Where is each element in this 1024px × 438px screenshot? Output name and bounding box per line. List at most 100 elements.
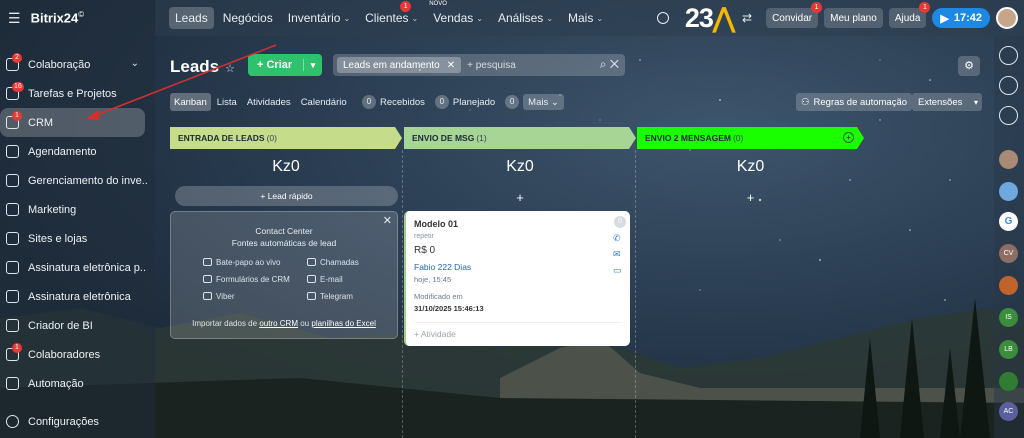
filter-chip[interactable]: Leads em andamento ✕ — [337, 57, 462, 73]
column-divider — [402, 150, 403, 438]
counter-value: 0 — [434, 95, 449, 109]
invite-button[interactable]: Convidar 1 — [766, 2, 823, 28]
tab-negocios[interactable]: Negócios — [217, 7, 279, 29]
tab-analises[interactable]: Análises ⌄ — [492, 7, 559, 29]
chevron-down-icon[interactable]: ▾ — [974, 98, 978, 107]
counter-mais[interactable]: 0 Mais ⌄ — [505, 94, 564, 110]
chevron-down-icon[interactable]: ⌄ — [131, 58, 139, 69]
column-header-envio-2[interactable]: ENVIO 2 MENSAGEM (0) + — [637, 127, 864, 149]
tab-calendario[interactable]: Calendário — [297, 93, 351, 111]
help-button[interactable]: Ajuda 1 — [888, 2, 931, 28]
mail-icon[interactable]: ✉ — [613, 249, 624, 259]
lead-card[interactable]: Modelo 01 0 repetir R$ 0 Fabio 222 Dias … — [404, 211, 630, 346]
sidebar-item-automacao[interactable]: Automação — [0, 369, 147, 398]
gear-icon[interactable]: ⚙ — [958, 56, 980, 76]
menu-icon[interactable]: ☰ — [8, 10, 21, 27]
top-navigation: Leads Negócios Inventário ⌄ 1 Clientes ⌄ NO… — [155, 0, 1024, 36]
star-icon[interactable]: ☆ — [225, 63, 235, 75]
column-count: (0) — [732, 133, 744, 143]
automation-rules-button[interactable]: ⚇ Regras de automação — [796, 93, 913, 111]
bar-chart-icon — [6, 319, 19, 332]
bell-icon[interactable] — [999, 46, 1018, 65]
close-icon[interactable]: ✕ — [447, 60, 455, 71]
counter-recebidos[interactable]: 0 Recebidos — [362, 95, 425, 109]
search-input[interactable] — [467, 59, 588, 71]
rail-checklist-icon[interactable] — [999, 372, 1018, 391]
card-modified-value: 31/10/2025 15:46:13 — [414, 304, 484, 313]
import-excel-link[interactable]: planilhas do Excel — [311, 319, 375, 328]
tab-lista[interactable]: Lista — [213, 93, 241, 111]
sidebar-item-colaboradores[interactable]: 1 Colaboradores — [0, 340, 147, 369]
sidebar-item-assinatura[interactable]: Assinatura eletrônica — [0, 282, 147, 311]
workday-clock-button[interactable]: ▶ 17:42 — [932, 8, 990, 28]
column-total: Kz0 — [506, 158, 534, 175]
add-column-icon[interactable]: + — [843, 132, 854, 143]
sidebar-item-agendamento[interactable]: Agendamento — [0, 137, 147, 166]
chevron-down-icon: ⌄ — [476, 13, 483, 23]
tab-vendas[interactable]: NOVO Vendas ⌄ — [427, 1, 489, 29]
rail-contact-lb[interactable]: LB — [999, 340, 1018, 359]
tab-kanban[interactable]: Kanban — [170, 93, 211, 111]
tab-inventario[interactable]: Inventário ⌄ — [282, 7, 356, 29]
option-calls[interactable]: Chamadas — [307, 255, 373, 269]
sidebar-item-marketing[interactable]: Marketing — [0, 195, 147, 224]
chevron-down-icon[interactable]: ▾ — [304, 60, 322, 71]
swap-icon[interactable]: ⇄ — [742, 11, 752, 25]
sidebar-item-sites[interactable]: Sites e lojas — [0, 224, 147, 253]
user-avatar-rail[interactable] — [999, 150, 1018, 169]
cc-title-text: Contact Center — [255, 226, 313, 236]
rail-chat-icon[interactable] — [999, 276, 1018, 295]
option-telegram[interactable]: Telegram — [307, 289, 373, 303]
add-activity-button[interactable]: + Atividade — [414, 329, 456, 339]
sidebar-item-configuracoes[interactable]: Configurações — [0, 407, 147, 436]
tab-clientes[interactable]: 1 Clientes ⌄ — [359, 1, 424, 29]
counter-planejado[interactable]: 0 Planejado — [434, 95, 495, 109]
rail-contact-is[interactable]: IS — [999, 308, 1018, 327]
import-crm-link[interactable]: outro CRM — [259, 319, 298, 328]
sidebar-item-assinatura-p[interactable]: Assinatura eletrônica p... — [0, 253, 147, 282]
sidebar-item-inventario[interactable]: Gerenciamento do inve... — [0, 166, 147, 195]
option-live-chat[interactable]: Bate-papo ao vivo — [203, 255, 307, 269]
card-contact-link[interactable]: Fabio 222 Dias — [414, 262, 471, 272]
search-icon[interactable] — [656, 12, 669, 24]
add-item-icon[interactable]: + — [404, 190, 636, 205]
sidebar-item-label: Sites e lojas — [28, 232, 88, 245]
column-count: (0) — [266, 133, 277, 143]
sidebar-item-label: Assinatura eletrônica p... — [28, 261, 147, 274]
tab-leads[interactable]: Leads — [169, 7, 214, 29]
quick-lead-button[interactable]: + Lead rápido — [175, 186, 398, 206]
column-header-envio-msg[interactable]: ENVIO DE MSG (1) — [404, 127, 636, 149]
activity-counters: 0 Recebidos 0 Planejado 0 Mais ⌄ — [362, 93, 564, 111]
rail-app-icon[interactable] — [999, 182, 1018, 201]
plan-button[interactable]: Meu plano — [824, 8, 883, 28]
tab-label: Inventário — [287, 11, 341, 25]
card-title[interactable]: Modelo 01 — [414, 219, 458, 229]
sidebar-item-colaboracao[interactable]: 2 Colaboração ⌄ — [0, 50, 147, 79]
more-button[interactable]: Mais ⌄ — [523, 94, 564, 110]
filter-search-bar[interactable]: Leads em andamento ✕ ⌕ ✕ — [333, 54, 625, 76]
search-clear-icons[interactable]: ⌕ ✕ — [600, 57, 619, 72]
copilot-icon[interactable] — [999, 106, 1018, 125]
phone-icon[interactable]: ✆ — [613, 233, 624, 243]
tab-atividades[interactable]: Atividades — [243, 93, 295, 111]
sidebar-item-tarefas[interactable]: 16 Tarefas e Projetos — [0, 79, 147, 108]
option-email[interactable]: E-mail — [307, 272, 373, 286]
option-crm-forms[interactable]: Formulários de CRM — [203, 272, 307, 286]
sidebar-item-crm[interactable]: 1 CRM — [0, 108, 145, 137]
google-icon[interactable]: G — [999, 212, 1018, 231]
notification-badge: 1 — [12, 343, 22, 353]
rail-contact-ac[interactable]: AC — [999, 402, 1018, 421]
rail-contact-cv[interactable]: CV — [999, 244, 1018, 263]
extensions-button[interactable]: Extensões ▾ — [912, 93, 982, 111]
add-item-icon[interactable]: + — [637, 190, 864, 205]
avatar[interactable] — [996, 7, 1018, 29]
sidebar-item-label: CRM — [28, 116, 54, 129]
brand-logo[interactable]: Bitrix24© — [31, 10, 85, 25]
create-button[interactable]: + Criar ▾ — [248, 54, 322, 76]
sidebar-item-bi[interactable]: Criador de BI — [0, 311, 147, 340]
column-header-entrada[interactable]: ENTRADA DE LEADS (0) — [170, 127, 402, 149]
chat-bubble-icon[interactable] — [999, 76, 1018, 95]
chat-icon[interactable]: ▭ — [613, 265, 624, 275]
option-viber[interactable]: Viber — [203, 289, 307, 303]
tab-mais[interactable]: Mais ⌄ — [562, 7, 609, 29]
